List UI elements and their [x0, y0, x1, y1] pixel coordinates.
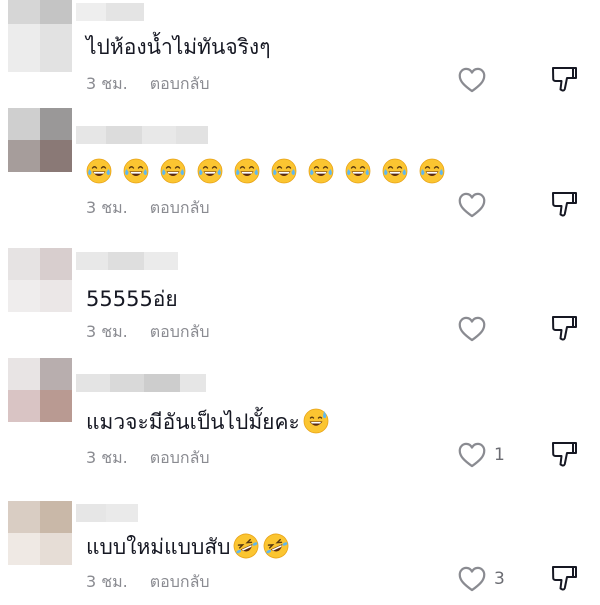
like-button[interactable]: 3	[458, 565, 505, 593]
avatar[interactable]	[8, 358, 72, 422]
avatar[interactable]	[8, 108, 72, 172]
comment-time: 3 ชม.	[86, 448, 128, 467]
like-button[interactable]: 1	[458, 441, 505, 469]
joy-emoji	[234, 158, 260, 184]
comment-time: 3 ชม.	[86, 322, 128, 341]
comment-time: 3 ชม.	[86, 572, 128, 591]
joy-emoji	[419, 158, 445, 184]
heart-outline-icon	[458, 566, 486, 592]
comment-text-content: แบบใหม่แบบสับ	[86, 535, 231, 559]
sweat-smile-emoji	[303, 408, 329, 434]
heart-outline-icon	[458, 442, 486, 468]
comment-meta: 3 ชม. ตอบกลับ	[86, 196, 210, 221]
username[interactable]	[76, 252, 178, 270]
thumbs-down-icon[interactable]	[548, 439, 580, 471]
comment-text: แบบใหม่แบบสับ	[86, 533, 289, 560]
joy-emoji	[382, 158, 408, 184]
username[interactable]	[76, 504, 138, 522]
username[interactable]	[76, 374, 206, 392]
comment-time: 3 ชม.	[86, 74, 128, 93]
comment-meta: 3 ชม. ตอบกลับ	[86, 72, 210, 97]
comment-meta: 3 ชม. ตอบกลับ	[86, 446, 210, 471]
comment-text: ไปห้องน้ำไม่ทันจริงๆ	[86, 35, 271, 59]
username[interactable]	[76, 126, 208, 144]
comment-meta: 3 ชม. ตอบกลับ	[86, 570, 210, 595]
comment-text: แมวจะมีอันเป็นไปมั้ยคะ	[86, 408, 329, 435]
comment-text-content: แมวจะมีอันเป็นไปมั้ยคะ	[86, 410, 300, 434]
emoji-row	[86, 158, 445, 184]
comment-text: 55555อ่ย	[86, 287, 178, 311]
like-count: 1	[494, 445, 505, 465]
reply-button[interactable]: ตอบกลับ	[150, 74, 210, 93]
thumbs-down-icon[interactable]	[548, 64, 580, 96]
like-button[interactable]	[458, 191, 494, 219]
reply-button[interactable]: ตอบกลับ	[150, 572, 210, 591]
avatar[interactable]	[8, 0, 72, 72]
joy-emoji	[123, 158, 149, 184]
like-button[interactable]	[458, 315, 494, 343]
joy-emoji	[308, 158, 334, 184]
thumbs-down-icon[interactable]	[548, 563, 580, 595]
joy-emoji	[197, 158, 223, 184]
thumbs-down-icon[interactable]	[548, 189, 580, 221]
comment-time: 3 ชม.	[86, 198, 128, 217]
reply-button[interactable]: ตอบกลับ	[150, 448, 210, 467]
heart-outline-icon	[458, 316, 486, 342]
reply-button[interactable]: ตอบกลับ	[150, 198, 210, 217]
rofl-emoji	[264, 533, 289, 559]
like-count: 3	[494, 569, 505, 589]
joy-emoji	[160, 158, 186, 184]
rofl-emoji	[234, 533, 259, 559]
joy-emoji	[345, 158, 371, 184]
reply-button[interactable]: ตอบกลับ	[150, 322, 210, 341]
avatar[interactable]	[8, 501, 72, 565]
like-button[interactable]	[458, 66, 494, 94]
thumbs-down-icon[interactable]	[548, 313, 580, 345]
comment-meta: 3 ชม. ตอบกลับ	[86, 320, 210, 345]
comment-text	[86, 158, 445, 185]
heart-outline-icon	[458, 192, 486, 218]
avatar[interactable]	[8, 248, 72, 312]
joy-emoji	[271, 158, 297, 184]
joy-emoji	[86, 158, 112, 184]
heart-outline-icon	[458, 67, 486, 93]
username[interactable]	[76, 3, 144, 21]
